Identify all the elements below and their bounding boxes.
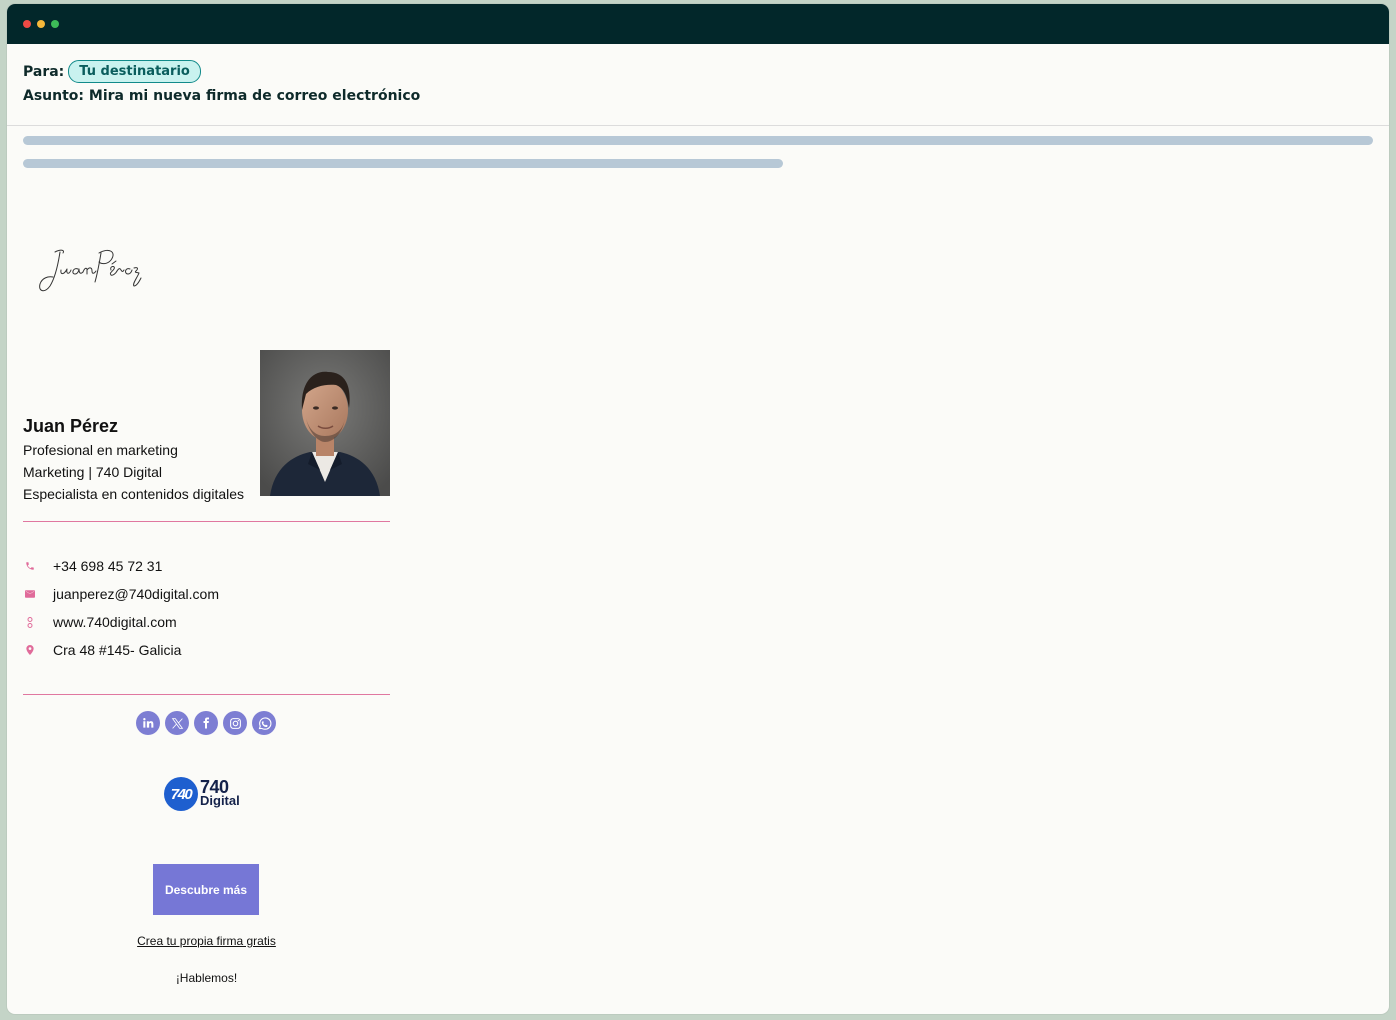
- logo-word: Digital: [200, 793, 240, 808]
- signature-line: Especialista en contenidos digitales: [23, 486, 245, 502]
- signature-name: Juan Pérez: [23, 416, 119, 436]
- linkedin-icon[interactable]: [136, 711, 160, 735]
- website-text[interactable]: www.740digital.com: [53, 614, 177, 630]
- subject-text: Mira mi nueva firma de correo electrónic…: [88, 88, 421, 104]
- close-window-button[interactable]: [23, 20, 31, 28]
- subject-label: Asunto:: [23, 88, 85, 104]
- location-icon: [23, 643, 37, 657]
- signature-line: Profesional en marketing: [23, 442, 178, 458]
- logo-number: 740: [200, 777, 229, 797]
- signature-info: Juan Pérez Profesional en marketing Mark…: [23, 416, 244, 505]
- social-links: [136, 711, 276, 735]
- facebook-icon[interactable]: [194, 711, 218, 735]
- contact-address: Cra 48 #145- Galicia: [23, 640, 181, 660]
- logo-text: 740 Digital: [200, 777, 240, 808]
- to-label: Para:: [23, 63, 65, 80]
- email-header: Para: Tu destinatario Asunto: Mira mi nu…: [23, 60, 420, 104]
- contact-phone: +34 698 45 72 31: [23, 556, 162, 576]
- create-signature-link[interactable]: Crea tu propia firma gratis: [23, 934, 390, 948]
- body-placeholder-line: [23, 136, 1373, 145]
- x-icon[interactable]: [165, 711, 189, 735]
- maximize-window-button[interactable]: [51, 20, 59, 28]
- handwritten-signature: [39, 249, 142, 292]
- recipient-chip[interactable]: Tu destinatario: [68, 60, 201, 83]
- minimize-window-button[interactable]: [37, 20, 45, 28]
- closing-text: ¡Hablemos!: [175, 971, 238, 985]
- subject-row: Asunto: Mira mi nueva firma de correo el…: [23, 88, 420, 104]
- profile-photo: [260, 350, 390, 496]
- signature-line: Marketing | 740 Digital: [23, 464, 163, 480]
- phone-text[interactable]: +34 698 45 72 31: [53, 558, 162, 574]
- instagram-icon[interactable]: [223, 711, 247, 735]
- logo-mark: 740: [164, 777, 198, 811]
- to-row: Para: Tu destinatario: [23, 60, 420, 83]
- signature-divider: [23, 694, 390, 695]
- mail-icon: [23, 587, 37, 601]
- company-logo[interactable]: 740 740 Digital: [164, 777, 240, 811]
- body-placeholder-line: [23, 159, 783, 168]
- signature-divider: [23, 521, 390, 522]
- link-icon: [23, 615, 37, 629]
- address-text: Cra 48 #145- Galicia: [53, 642, 182, 658]
- whatsapp-icon[interactable]: [252, 711, 276, 735]
- phone-icon: [23, 559, 37, 573]
- contact-website: www.740digital.com: [23, 612, 177, 632]
- email-text[interactable]: juanperez@740digital.com: [53, 586, 219, 602]
- title-bar: [7, 4, 1389, 44]
- discover-more-button[interactable]: Descubre más: [153, 864, 259, 915]
- header-divider: [7, 125, 1389, 126]
- contact-email: juanperez@740digital.com: [23, 584, 219, 604]
- email-window: Para: Tu destinatario Asunto: Mira mi nu…: [7, 4, 1389, 1014]
